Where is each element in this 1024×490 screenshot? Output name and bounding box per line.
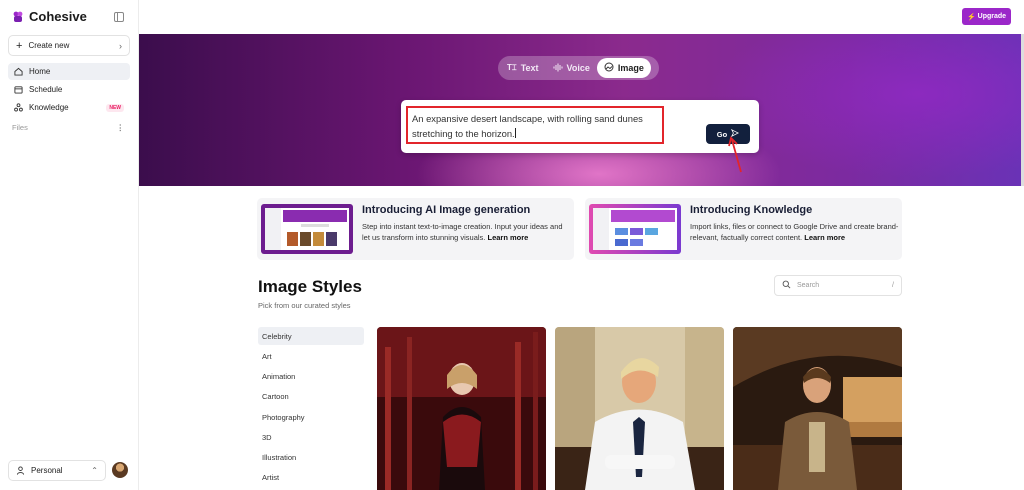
feature-card-image-generation[interactable]: Introducing AI Image generation Step int… <box>257 198 574 260</box>
category-illustration[interactable]: Illustration <box>258 448 364 466</box>
prompt-input[interactable]: An expansive desert landscape, with roll… <box>406 106 664 144</box>
tab-label: Image <box>617 63 644 73</box>
calendar-icon <box>14 85 23 94</box>
category-cartoon[interactable]: Cartoon <box>258 387 364 405</box>
learn-more-link[interactable]: Learn more <box>804 233 845 242</box>
card-description-text: Step into instant text-to-image creation… <box>362 222 563 242</box>
tab-voice[interactable]: Voice <box>546 58 597 78</box>
user-icon <box>16 466 25 475</box>
category-animation[interactable]: Animation <box>258 367 364 385</box>
files-label: Files <box>12 123 28 132</box>
style-image-tile[interactable] <box>377 327 546 490</box>
create-new-label: Create new <box>28 41 70 50</box>
section-subtitle: Pick from our curated styles <box>258 301 351 310</box>
card-title: Introducing Knowledge <box>690 204 813 216</box>
tab-text[interactable]: T⌶ Text <box>500 58 546 78</box>
tab-image[interactable]: Image <box>596 58 651 78</box>
category-photography[interactable]: Photography <box>258 408 364 426</box>
style-image-tile[interactable] <box>733 327 902 490</box>
section-title: Image Styles <box>258 277 362 296</box>
lightning-icon: ⚡ <box>966 13 976 21</box>
learn-more-link[interactable]: Learn more <box>488 233 529 242</box>
cohesive-logo-icon <box>12 11 24 23</box>
knowledge-icon <box>14 103 23 112</box>
sidebar-item-home[interactable]: Home <box>8 63 130 80</box>
sidebar-item-schedule[interactable]: Schedule <box>8 81 130 98</box>
category-art[interactable]: Art <box>258 347 364 365</box>
category-artist[interactable]: Artist <box>258 468 364 486</box>
category-3d[interactable]: 3D <box>258 428 364 446</box>
search-placeholder: Search <box>797 282 820 289</box>
workspace-switcher[interactable]: Personal ⌃ <box>8 460 106 481</box>
card-description: Import links, files or connect to Google… <box>690 221 900 243</box>
search-input[interactable]: Search / <box>774 275 902 296</box>
sidebar-collapse-icon[interactable] <box>114 12 124 22</box>
text-caret <box>514 128 516 138</box>
top-bar: ⚡ Upgrade <box>139 0 1024 34</box>
upgrade-button[interactable]: ⚡ Upgrade <box>962 8 1011 25</box>
card-description: Step into instant text-to-image creation… <box>362 221 572 243</box>
feature-thumbnail <box>589 204 681 254</box>
avatar[interactable] <box>112 462 128 478</box>
image-icon <box>604 62 614 74</box>
new-badge: NEW <box>106 103 124 112</box>
workspace-label: Personal <box>31 466 63 475</box>
brand-name: Cohesive <box>29 9 87 24</box>
sidebar: Cohesive + Create new › Home Schedule Kn… <box>0 0 139 490</box>
files-section-header: Files ⋮ <box>12 123 124 132</box>
sidebar-item-label: Knowledge <box>29 103 69 112</box>
sidebar-item-label: Schedule <box>29 85 63 94</box>
style-image-tile[interactable] <box>555 327 724 490</box>
search-shortcut: / <box>892 282 894 289</box>
chevron-up-icon: ⌃ <box>91 466 98 475</box>
prompt-text: An expansive desert landscape, with roll… <box>412 113 643 139</box>
annotation-arrow-icon <box>728 136 742 173</box>
upgrade-label: Upgrade <box>977 13 1007 20</box>
prompt-box: An expansive desert landscape, with roll… <box>401 100 759 153</box>
waveform-icon <box>553 63 563 74</box>
category-celebrity[interactable]: Celebrity <box>258 327 364 345</box>
plus-icon: + <box>16 39 23 52</box>
mode-tabs: T⌶ Text Voice Image <box>498 56 659 80</box>
sidebar-item-label: Home <box>29 67 51 76</box>
card-description-text: Import links, files or connect to Google… <box>690 222 899 242</box>
create-new-button[interactable]: + Create new › <box>8 35 130 56</box>
sidebar-item-knowledge[interactable]: Knowledge NEW <box>8 99 130 116</box>
search-icon <box>782 280 791 291</box>
text-cursor-icon: T⌶ <box>507 63 517 72</box>
tab-label: Text <box>520 63 539 73</box>
brand-logo[interactable]: Cohesive <box>12 9 87 24</box>
more-options-icon[interactable]: ⋮ <box>117 123 125 132</box>
home-icon <box>14 67 23 76</box>
feature-card-knowledge[interactable]: Introducing Knowledge Import links, file… <box>585 198 902 260</box>
feature-thumbnail <box>261 204 353 254</box>
tab-label: Voice <box>566 63 590 73</box>
card-title: Introducing AI Image generation <box>362 204 531 216</box>
chevron-right-icon: › <box>119 40 122 51</box>
